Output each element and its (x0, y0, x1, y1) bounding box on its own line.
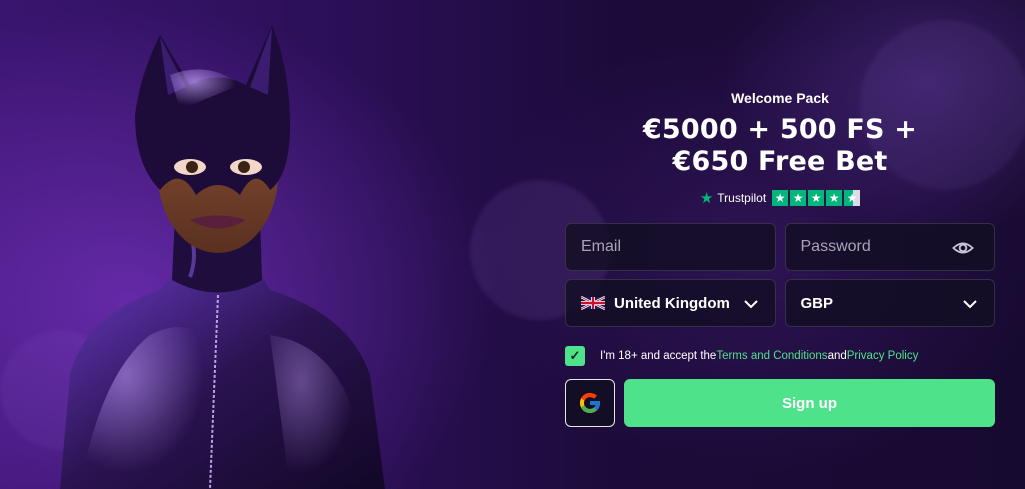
star-icon: ★ (826, 190, 843, 206)
trustpilot-rating[interactable]: ★ Trustpilot ★ ★ ★ ★ ★ (565, 190, 995, 206)
country-value: United Kingdom (614, 294, 730, 312)
password-placeholder: Password (800, 238, 871, 255)
password-field[interactable]: Password (784, 223, 995, 271)
google-icon (580, 393, 600, 413)
currency-select[interactable]: GBP (784, 279, 995, 327)
welcome-pack-label: Welcome Pack (731, 90, 829, 106)
terms-checkbox[interactable]: ✓ (565, 346, 585, 366)
half-star-icon: ★ (844, 190, 861, 206)
trustpilot-star-icon: ★ (699, 189, 714, 207)
headline-line-1: €5000 + 500 FS + (642, 114, 918, 145)
headline-line-2: €650 Free Bet (672, 146, 888, 177)
email-field[interactable]: Email (565, 223, 776, 271)
trustpilot-label: Trustpilot (717, 191, 767, 205)
chevron-down-icon (743, 300, 758, 309)
email-placeholder: Email (581, 238, 622, 255)
star-icon: ★ (790, 190, 807, 206)
bonus-headline: €5000 + 500 FS + €650 Free Bet (565, 114, 995, 178)
terms-link[interactable]: Terms and Conditions (716, 350, 827, 362)
hero-character-illustration (40, 15, 390, 489)
chevron-down-icon (963, 300, 977, 309)
rating-stars: ★ ★ ★ ★ ★ (772, 190, 861, 206)
privacy-policy-link[interactable]: Privacy Policy (847, 350, 919, 362)
uk-flag-icon (581, 295, 605, 311)
star-icon: ★ (808, 190, 825, 206)
currency-value: GBP (800, 294, 834, 312)
terms-and: and (827, 350, 847, 362)
eye-icon[interactable] (952, 237, 974, 259)
signup-button[interactable]: Sign up (624, 379, 995, 427)
star-icon: ★ (772, 190, 789, 206)
country-select[interactable]: United Kingdom (565, 279, 776, 327)
terms-consent: ✓ I'm 18+ and accept the Terms and Condi… (565, 346, 995, 366)
google-signin-button[interactable] (565, 379, 615, 427)
terms-prefix: I'm 18+ and accept the (600, 350, 717, 362)
signup-panel: Welcome Pack €5000 + 500 FS + €650 Free … (565, 90, 995, 427)
